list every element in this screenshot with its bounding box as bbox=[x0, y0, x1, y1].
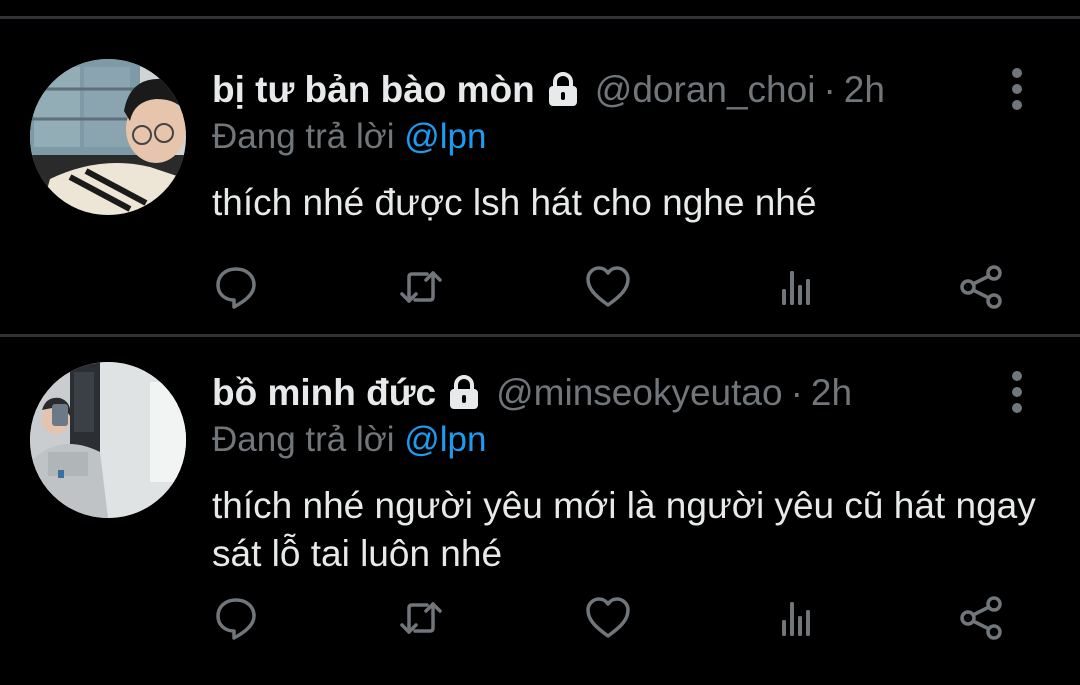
tweet[interactable]: bị tư bản bào mòn @doran_choi · 2h Đang … bbox=[0, 19, 1080, 334]
share-icon[interactable] bbox=[952, 588, 1012, 648]
replying-to: Đang trả lời @lpn bbox=[212, 420, 486, 460]
display-name[interactable]: bồ minh đức bbox=[212, 372, 436, 414]
analytics-icon[interactable] bbox=[765, 257, 825, 317]
tweet-text: thích nhé được lsh hát cho nghe nhé bbox=[212, 182, 817, 223]
reply-icon[interactable] bbox=[206, 588, 266, 648]
reply-prefix: Đang trả lời bbox=[212, 420, 395, 459]
tweet-header: bị tư bản bào mòn @doran_choi · 2h bbox=[212, 60, 885, 120]
separator: · bbox=[823, 69, 836, 110]
display-name[interactable]: bị tư bản bào mòn bbox=[212, 69, 535, 111]
lock-icon bbox=[543, 70, 583, 110]
avatar[interactable] bbox=[30, 59, 186, 215]
lock-icon bbox=[444, 373, 484, 413]
timestamp[interactable]: 2h bbox=[844, 69, 885, 111]
avatar[interactable] bbox=[30, 362, 186, 518]
avatar-photo bbox=[30, 59, 186, 215]
handle[interactable]: @doran_choi bbox=[595, 69, 816, 111]
reply-icon[interactable] bbox=[206, 257, 266, 317]
action-bar bbox=[0, 257, 1080, 317]
more-options-icon[interactable] bbox=[1000, 368, 1034, 418]
reply-mention[interactable]: @lpn bbox=[404, 420, 486, 459]
handle[interactable]: @minseokyeutao bbox=[496, 372, 782, 414]
tweet-text: thích nhé người yêu mới là người yêu cũ … bbox=[212, 485, 1036, 574]
separator: · bbox=[790, 372, 803, 413]
timestamp[interactable]: 2h bbox=[811, 372, 852, 414]
replying-to: Đang trả lời @lpn bbox=[212, 117, 486, 157]
more-options-icon[interactable] bbox=[1000, 65, 1034, 115]
analytics-icon[interactable] bbox=[765, 588, 825, 648]
retweet-icon[interactable] bbox=[391, 588, 451, 648]
avatar-photo bbox=[30, 362, 186, 518]
action-bar bbox=[0, 588, 1080, 648]
tweet[interactable]: bồ minh đức @minseokyeutao · 2h Đang trả… bbox=[0, 337, 1080, 685]
like-icon[interactable] bbox=[578, 588, 638, 648]
reply-prefix: Đang trả lời bbox=[212, 117, 395, 156]
share-icon[interactable] bbox=[952, 257, 1012, 317]
reply-mention[interactable]: @lpn bbox=[404, 117, 486, 156]
tweet-header: bồ minh đức @minseokyeutao · 2h bbox=[212, 363, 852, 423]
retweet-icon[interactable] bbox=[391, 257, 451, 317]
like-icon[interactable] bbox=[578, 257, 638, 317]
